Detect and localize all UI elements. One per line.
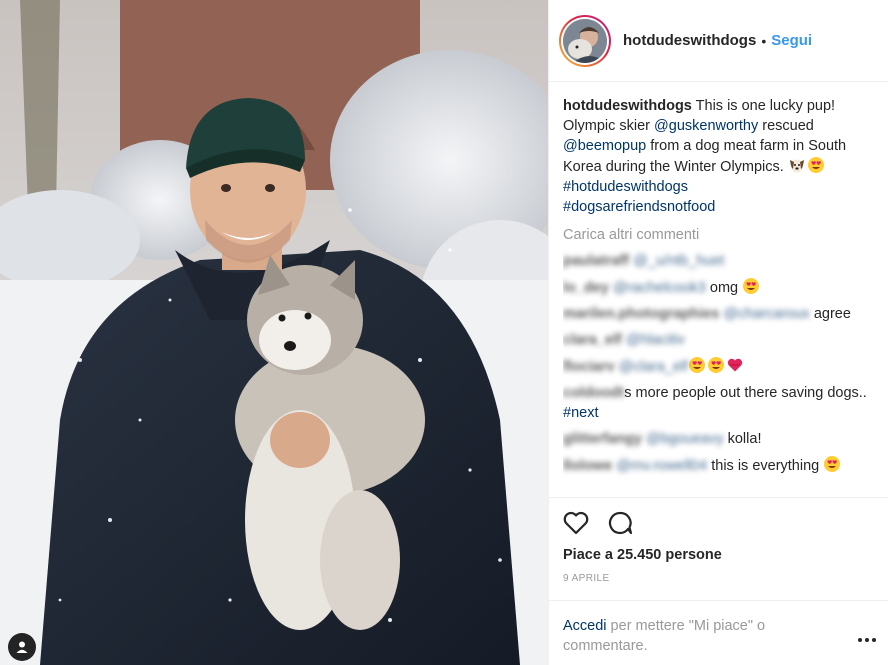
heart-eyes-emoji-icon	[824, 456, 841, 472]
comment-text: agree	[809, 306, 851, 322]
likes-count[interactable]: Piace a 25.450 persone	[563, 547, 722, 563]
caption-mention[interactable]: @guskenworthy	[654, 118, 758, 134]
comment-text: omg	[705, 280, 743, 296]
comment-username[interactable]: paulatraff	[563, 253, 629, 269]
avatar[interactable]	[559, 14, 611, 67]
comment-username[interactable]: llolowe	[563, 458, 612, 474]
comment-mention[interactable]: @mv.rowell04	[616, 458, 707, 474]
comment-item: glitterfangy @bgoueavy kolla!	[563, 429, 879, 449]
heart-eyes-emoji-icon	[708, 357, 725, 373]
post-photo[interactable]	[0, 0, 548, 665]
comment-text: kolla!	[723, 431, 762, 447]
comment-username[interactable]: marilen.photographies	[563, 306, 719, 322]
comment-item: lo_dey @rachelcook3 omg	[563, 277, 879, 298]
comment-mention[interactable]: @bgoueavy	[646, 431, 724, 447]
heart-eyes-emoji-icon	[807, 157, 824, 173]
header-separator: •	[761, 32, 767, 49]
post-date: 9 APRILE	[563, 573, 610, 584]
caption-text: rescued	[758, 118, 814, 134]
post-header: hotdudeswithdogs • Segui	[549, 0, 888, 82]
comment-bubble-icon[interactable]	[605, 508, 635, 538]
comment-item: paulatraff @_u/ntb_huet	[563, 251, 879, 271]
user-tag-icon[interactable]	[8, 633, 36, 661]
more-options-icon[interactable]	[857, 635, 877, 645]
post-caption: hotdudeswithdogs This is one lucky pup! …	[563, 96, 879, 217]
comment-item: marilen.photographies @charcaroux agree	[563, 304, 879, 324]
comment-mention[interactable]: @rachelcook3	[613, 280, 706, 296]
comment-text: this is everything	[707, 458, 824, 474]
caption-hashtag[interactable]: #dogsarefriendsnotfood	[563, 199, 715, 215]
heart-outline-icon[interactable]	[561, 508, 591, 538]
comment-hashtag[interactable]: #next	[563, 405, 598, 421]
comment-mention[interactable]: @hlacitiv	[626, 332, 685, 348]
post-username[interactable]: hotdudeswithdogs	[623, 32, 756, 49]
comment-username[interactable]: glitterfangy	[563, 431, 642, 447]
avatar-image	[563, 18, 607, 63]
post-photo-image	[0, 0, 548, 665]
comment-item: llolowe @mv.rowell04 this is everything	[563, 455, 879, 476]
comment-mention[interactable]: @_u/ntb_huet	[633, 253, 724, 269]
dog-face-emoji-icon	[789, 159, 804, 173]
login-prompt: Accedi per mettere "Mi piace" o commenta…	[549, 600, 888, 665]
comments-list[interactable]: hotdudeswithdogs This is one lucky pup! …	[563, 96, 879, 496]
caption-username[interactable]: hotdudeswithdogs	[563, 98, 692, 114]
login-prompt-text: Accedi per mettere "Mi piace" o commenta…	[563, 616, 813, 656]
heart-eyes-emoji-icon	[689, 357, 706, 373]
comment-item: flociarv @clara_elf	[563, 356, 879, 377]
comment-text: s more people out there saving dogs..	[624, 385, 867, 401]
comment-username[interactable]: coldoodt	[563, 385, 624, 401]
post-sidebar: hotdudeswithdogs • Segui hotdudeswithdog…	[548, 0, 888, 665]
caption-hashtag[interactable]: #hotdudeswithdogs	[563, 179, 688, 195]
comment-item: coldoodts more people out there saving d…	[563, 383, 879, 423]
comment-mention[interactable]: @charcaroux	[723, 306, 809, 322]
caption-mention[interactable]: @beemopup	[563, 138, 646, 154]
heart-eyes-emoji-icon	[743, 278, 760, 294]
login-link[interactable]: Accedi	[563, 618, 607, 634]
follow-button[interactable]: Segui	[771, 32, 812, 49]
post-actions: Piace a 25.450 persone 9 APRILE Accedi p…	[549, 497, 888, 665]
load-more-comments-button[interactable]: Carica altri commenti	[563, 225, 879, 245]
comment-item: clara_elf @hlacitiv	[563, 330, 879, 350]
comment-username[interactable]: lo_dey	[563, 280, 609, 296]
comment-mention[interactable]: @clara_elf	[619, 359, 689, 375]
heart-emoji-icon	[727, 358, 743, 372]
comment-username[interactable]: clara_elf	[563, 332, 622, 348]
comment-username[interactable]: flociarv	[563, 359, 615, 375]
